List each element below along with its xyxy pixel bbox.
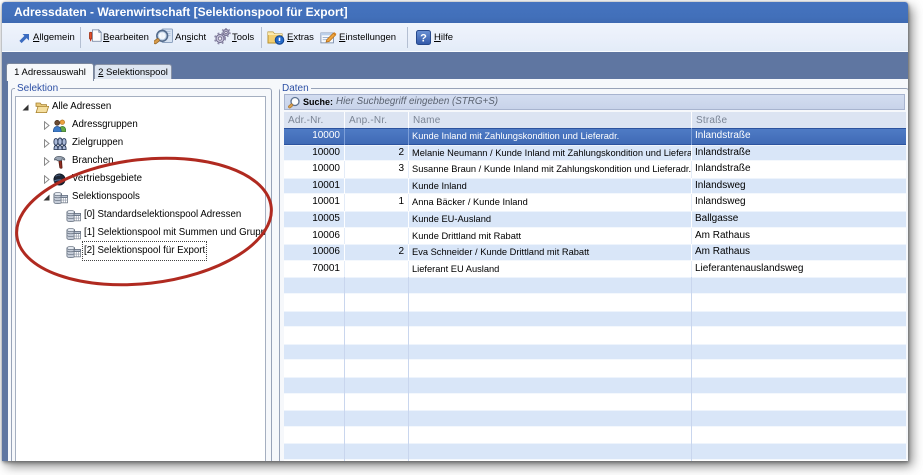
svg-text:?: ? [420,32,427,44]
